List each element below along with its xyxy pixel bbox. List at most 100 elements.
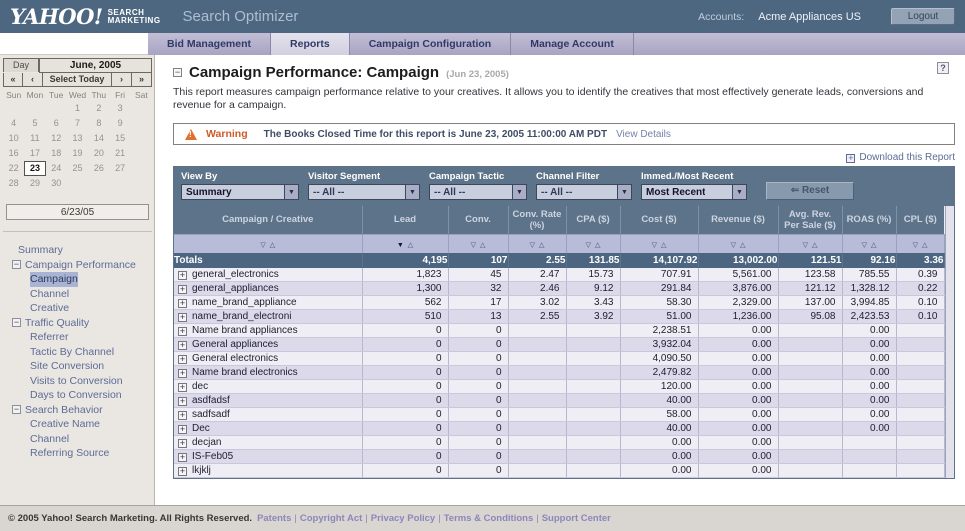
column-header-avg-rev-per-sale[interactable]: Avg. Rev. Per Sale ($) bbox=[778, 206, 842, 234]
expand-icon[interactable] bbox=[178, 327, 187, 336]
sort-ascending-icon[interactable]: △ bbox=[661, 242, 666, 249]
help-icon[interactable]: ? bbox=[937, 62, 949, 74]
sidebar-item-summary[interactable]: Summary bbox=[0, 243, 154, 258]
calendar-day-13[interactable]: 13 bbox=[67, 131, 88, 146]
filter-dropdown-visitor-segment[interactable]: -- All -- bbox=[308, 184, 420, 200]
view-details-link[interactable]: View Details bbox=[616, 129, 671, 140]
footer-link-privacy-policy[interactable]: Privacy Policy bbox=[371, 513, 435, 524]
calendar-day-1[interactable]: 1 bbox=[67, 101, 88, 116]
calendar-day-24[interactable]: 24 bbox=[46, 161, 67, 176]
calendar-day-5[interactable]: 5 bbox=[24, 116, 45, 131]
column-header-conv[interactable]: Conv. bbox=[448, 206, 508, 234]
calendar-next-month-button[interactable]: › bbox=[112, 73, 132, 87]
calendar-day-27[interactable]: 27 bbox=[109, 161, 130, 176]
calendar-day-21[interactable]: 21 bbox=[109, 146, 130, 161]
column-header-lead[interactable]: Lead bbox=[362, 206, 448, 234]
table-scrollbar[interactable] bbox=[945, 206, 955, 478]
expand-icon[interactable] bbox=[178, 341, 187, 350]
sort-controls-cpl[interactable]: ▽△ bbox=[896, 234, 944, 253]
calendar-day-3[interactable]: 3 bbox=[109, 101, 130, 116]
calendar-day-9[interactable]: 9 bbox=[109, 116, 130, 131]
calendar-day-20[interactable]: 20 bbox=[88, 146, 109, 161]
column-header-cpl[interactable]: CPL ($) bbox=[896, 206, 944, 234]
footer-link-copyright-act[interactable]: Copyright Act bbox=[300, 513, 362, 524]
column-header-campaign-creative[interactable]: Campaign / Creative bbox=[174, 206, 362, 234]
sort-controls-roas[interactable]: ▽△ bbox=[842, 234, 896, 253]
sort-descending-icon[interactable]: ▽ bbox=[530, 242, 535, 249]
sort-ascending-icon[interactable]: △ bbox=[408, 242, 413, 249]
dropdown-arrow-icon[interactable] bbox=[405, 185, 419, 199]
calendar-day-14[interactable]: 14 bbox=[88, 131, 109, 146]
sort-ascending-icon[interactable]: △ bbox=[812, 242, 817, 249]
sort-ascending-icon[interactable]: △ bbox=[480, 242, 485, 249]
sort-controls-conv-rate[interactable]: ▽△ bbox=[508, 234, 566, 253]
calendar-day-17[interactable]: 17 bbox=[24, 146, 45, 161]
column-header-conv-rate[interactable]: Conv. Rate (%) bbox=[508, 206, 566, 234]
calendar-day-10[interactable]: 10 bbox=[3, 131, 24, 146]
reset-button[interactable]: Reset bbox=[766, 182, 854, 200]
filter-dropdown-immed-most-recent[interactable]: Most Recent bbox=[641, 184, 747, 200]
column-header-revenue[interactable]: Revenue ($) bbox=[698, 206, 778, 234]
expand-icon[interactable] bbox=[178, 369, 187, 378]
sidebar-item-referring-source[interactable]: Referring Source bbox=[0, 446, 154, 461]
footer-link-patents[interactable]: Patents bbox=[257, 513, 291, 524]
calendar-day-6[interactable]: 6 bbox=[46, 116, 67, 131]
dropdown-arrow-icon[interactable] bbox=[617, 185, 631, 199]
sidebar-item-site-conversion[interactable]: Site Conversion bbox=[0, 359, 154, 374]
tab-reports[interactable]: Reports bbox=[271, 33, 350, 55]
calendar-day-12[interactable]: 12 bbox=[46, 131, 67, 146]
tab-manage-account[interactable]: Manage Account bbox=[511, 33, 634, 55]
expand-icon[interactable] bbox=[178, 355, 187, 364]
expand-icon[interactable] bbox=[178, 397, 187, 406]
collapse-icon[interactable] bbox=[12, 405, 21, 414]
sort-descending-icon[interactable]: ▽ bbox=[803, 242, 808, 249]
column-header-cpa[interactable]: CPA ($) bbox=[566, 206, 620, 234]
sort-controls-campaign-creative[interactable]: ▽△ bbox=[174, 234, 362, 253]
expand-icon[interactable] bbox=[178, 383, 187, 392]
filter-dropdown-channel-filter[interactable]: -- All -- bbox=[536, 184, 632, 200]
calendar-next-year-button[interactable]: » bbox=[132, 73, 152, 87]
sidebar-item-channel[interactable]: Channel bbox=[0, 287, 154, 302]
calendar-day-29[interactable]: 29 bbox=[24, 176, 45, 191]
sort-controls-avg-rev-per-sale[interactable]: ▽△ bbox=[778, 234, 842, 253]
expand-icon[interactable] bbox=[178, 271, 187, 280]
dropdown-arrow-icon[interactable] bbox=[732, 185, 746, 199]
calendar-day-22[interactable]: 22 bbox=[3, 161, 24, 176]
sort-descending-icon[interactable]: ▽ bbox=[913, 242, 918, 249]
sort-descending-icon[interactable]: ▽ bbox=[471, 242, 476, 249]
column-header-roas[interactable]: ROAS (%) bbox=[842, 206, 896, 234]
footer-link-support-center[interactable]: Support Center bbox=[542, 513, 611, 524]
tab-campaign-configuration[interactable]: Campaign Configuration bbox=[350, 33, 512, 55]
expand-icon[interactable] bbox=[178, 467, 187, 476]
sort-ascending-icon[interactable]: △ bbox=[595, 242, 600, 249]
calendar-day-23[interactable]: 23 bbox=[24, 161, 45, 176]
calendar-day-18[interactable]: 18 bbox=[46, 146, 67, 161]
sidebar-item-traffic-quality[interactable]: Traffic Quality bbox=[0, 316, 154, 331]
calendar-day-28[interactable]: 28 bbox=[3, 176, 24, 191]
dropdown-arrow-icon[interactable] bbox=[284, 185, 298, 199]
calendar-day-7[interactable]: 7 bbox=[67, 116, 88, 131]
expand-icon[interactable] bbox=[178, 453, 187, 462]
footer-link-terms-conditions[interactable]: Terms & Conditions bbox=[444, 513, 534, 524]
logout-button[interactable]: Logout bbox=[891, 8, 955, 25]
calendar-day-26[interactable]: 26 bbox=[88, 161, 109, 176]
sort-controls-cpa[interactable]: ▽△ bbox=[566, 234, 620, 253]
collapse-icon[interactable] bbox=[12, 260, 21, 269]
calendar-prev-year-button[interactable]: « bbox=[3, 73, 23, 87]
sort-controls-revenue[interactable]: ▽△ bbox=[698, 234, 778, 253]
expand-icon[interactable] bbox=[178, 299, 187, 308]
sort-controls-lead[interactable]: ▼△ bbox=[362, 234, 448, 253]
sidebar-item-creative[interactable]: Creative bbox=[0, 301, 154, 316]
filter-dropdown-campaign-tactic[interactable]: -- All -- bbox=[429, 184, 527, 200]
calendar-day-mode-tab[interactable]: Day bbox=[3, 58, 39, 72]
sort-ascending-icon[interactable]: △ bbox=[922, 242, 927, 249]
calendar-day-4[interactable]: 4 bbox=[3, 116, 24, 131]
column-header-cost[interactable]: Cost ($) bbox=[620, 206, 698, 234]
sort-descending-icon[interactable]: ▽ bbox=[652, 242, 657, 249]
calendar-day-8[interactable]: 8 bbox=[88, 116, 109, 131]
calendar-day-15[interactable]: 15 bbox=[109, 131, 130, 146]
sort-descending-icon[interactable]: ▽ bbox=[586, 242, 591, 249]
expand-icon[interactable] bbox=[178, 285, 187, 294]
sort-ascending-icon[interactable]: △ bbox=[539, 242, 544, 249]
sort-controls-conv[interactable]: ▽△ bbox=[448, 234, 508, 253]
